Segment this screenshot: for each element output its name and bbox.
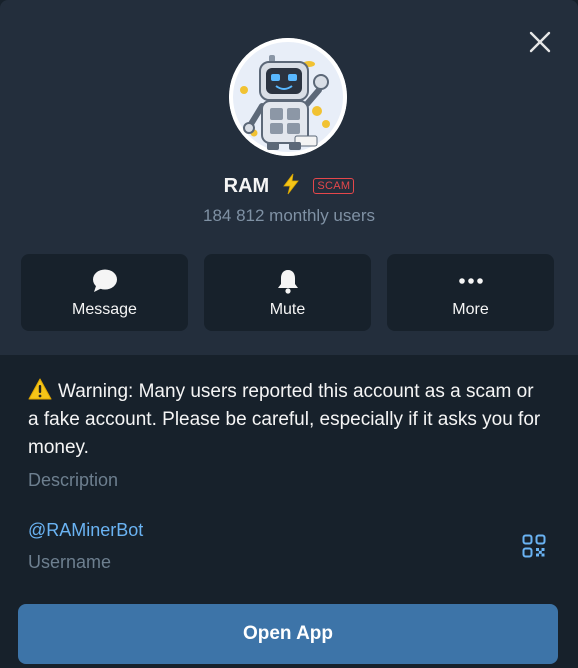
message-button[interactable]: Message [21, 254, 188, 331]
avatar[interactable] [229, 38, 347, 156]
profile-name-row: RAM SCAM [0, 172, 578, 200]
profile-name: RAM [223, 175, 270, 197]
scam-warning: Warning: Many users reported this accoun… [28, 378, 548, 462]
username-label: Username [28, 552, 112, 572]
chat-bubble-icon [91, 267, 119, 295]
message-label: Message [72, 301, 137, 318]
close-button[interactable] [526, 28, 554, 56]
scam-badge: SCAM [313, 178, 355, 194]
bell-icon [274, 267, 302, 295]
robot-avatar-image [229, 38, 347, 156]
qr-code-button[interactable] [522, 534, 546, 558]
qr-code-icon [522, 534, 546, 558]
profile-header: RAM SCAM 184 812 monthly users Message M… [0, 0, 578, 355]
more-label: More [452, 301, 489, 318]
warning-text: Warning: Many users reported this accoun… [28, 381, 541, 458]
lightning-bolt-icon [281, 173, 301, 195]
open-app-button[interactable]: Open App [18, 604, 558, 664]
username-value[interactable]: @RAMinerBot [28, 517, 143, 543]
mute-button[interactable]: Mute [204, 254, 371, 331]
warning-text-block: Warning: Many users reported this accoun… [28, 378, 548, 462]
warning-icon [28, 378, 52, 400]
more-dots-icon [457, 267, 485, 295]
profile-actions: Message Mute More [21, 254, 555, 331]
description-label: Description [28, 470, 119, 490]
bot-profile-panel: RAM SCAM 184 812 monthly users Message M… [0, 0, 578, 668]
mute-label: Mute [269, 301, 306, 318]
close-icon [529, 31, 551, 53]
monthly-users-count: 184 812 monthly users [203, 206, 375, 225]
more-button[interactable]: More [387, 254, 554, 331]
